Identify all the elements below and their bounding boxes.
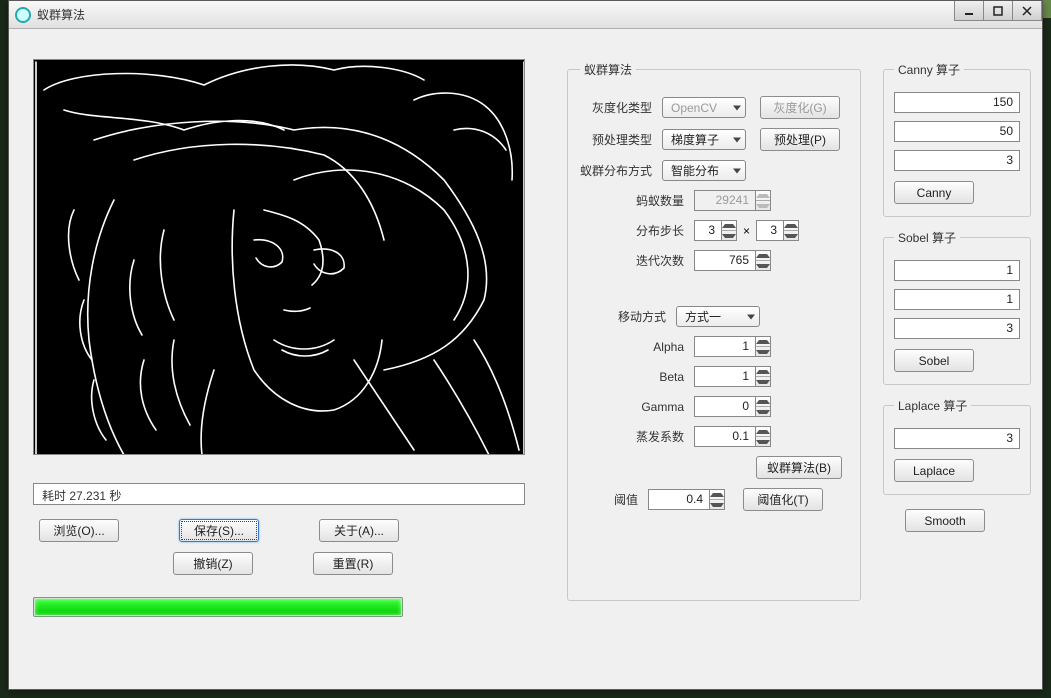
ant-group-legend: 蚁群算法 <box>580 61 636 78</box>
alpha-label: Alpha <box>630 340 684 354</box>
alpha-spin[interactable] <box>756 336 771 357</box>
app-icon <box>15 7 31 23</box>
evap-field[interactable]: 0.1 <box>694 426 756 447</box>
gray-type-combo[interactable]: OpenCV <box>662 97 746 118</box>
gray-button[interactable]: 灰度化(G) <box>760 96 840 119</box>
thresh-button[interactable]: 阈值化(T) <box>743 488 823 511</box>
dist-combo[interactable]: 智能分布 <box>662 160 746 181</box>
close-button[interactable] <box>1012 1 1042 21</box>
undo-button[interactable]: 撤销(Z) <box>173 552 253 575</box>
progress-bar <box>33 597 403 617</box>
sobel-field-2[interactable]: 1 <box>894 289 1020 310</box>
ant-group: 蚁群算法 灰度化类型 OpenCV 灰度化(G) 预处理类型 梯度算子 预处理(… <box>567 61 861 601</box>
canny-field-1[interactable]: 150 <box>894 92 1020 113</box>
sobel-button[interactable]: Sobel <box>894 349 974 372</box>
evap-spin[interactable] <box>756 426 771 447</box>
laplace-group: Laplace 算子 3 Laplace <box>883 397 1031 495</box>
sobel-field-3[interactable]: 3 <box>894 318 1020 339</box>
main-window: 蚁群算法 <box>8 0 1043 690</box>
alpha-field[interactable]: 1 <box>694 336 756 357</box>
canny-field-2[interactable]: 50 <box>894 121 1020 142</box>
about-button[interactable]: 关于(A)... <box>319 519 399 542</box>
smooth-button[interactable]: Smooth <box>905 509 985 532</box>
sobel-legend: Sobel 算子 <box>894 229 960 246</box>
thresh-label: 阈值 <box>602 491 638 508</box>
minimize-button[interactable] <box>954 1 984 21</box>
beta-field[interactable]: 1 <box>694 366 756 387</box>
canny-group: Canny 算子 150 50 3 Canny <box>883 61 1031 217</box>
iter-spin[interactable] <box>756 250 771 271</box>
iter-field[interactable]: 765 <box>694 250 756 271</box>
status-text: 耗时 27.231 秒 <box>33 483 525 505</box>
ant-count-spin <box>756 190 771 211</box>
move-combo[interactable]: 方式一 <box>676 306 760 327</box>
pre-type-label: 预处理类型 <box>580 131 652 148</box>
window-title: 蚁群算法 <box>37 6 85 23</box>
reset-button[interactable]: 重置(R) <box>313 552 393 575</box>
browse-button[interactable]: 浏览(O)... <box>39 519 119 542</box>
canny-field-3[interactable]: 3 <box>894 150 1020 171</box>
pre-button[interactable]: 预处理(P) <box>760 128 840 151</box>
step-y-spin[interactable] <box>784 220 799 241</box>
save-button[interactable]: 保存(S)... <box>179 519 259 542</box>
laplace-field-1[interactable]: 3 <box>894 428 1020 449</box>
titlebar[interactable]: 蚁群算法 <box>9 1 1042 29</box>
gamma-field[interactable]: 0 <box>694 396 756 417</box>
output-image <box>33 59 525 455</box>
beta-spin[interactable] <box>756 366 771 387</box>
beta-label: Beta <box>630 370 684 384</box>
pre-type-combo[interactable]: 梯度算子 <box>662 129 746 150</box>
canny-legend: Canny 算子 <box>894 61 964 78</box>
gray-type-label: 灰度化类型 <box>580 99 652 116</box>
iter-label: 迭代次数 <box>630 252 684 269</box>
gamma-label: Gamma <box>630 400 684 414</box>
step-x-field[interactable]: 3 <box>694 220 722 241</box>
dist-label: 蚁群分布方式 <box>580 162 652 179</box>
evap-label: 蒸发系数 <box>630 428 684 445</box>
run-ant-button[interactable]: 蚁群算法(B) <box>756 456 842 479</box>
laplace-legend: Laplace 算子 <box>894 397 971 414</box>
ant-count-label: 蚂蚁数量 <box>630 192 684 209</box>
canny-button[interactable]: Canny <box>894 181 974 204</box>
step-x-spin[interactable] <box>722 220 737 241</box>
thresh-field[interactable]: 0.4 <box>648 489 710 510</box>
step-label: 分布步长 <box>630 222 684 239</box>
gamma-spin[interactable] <box>756 396 771 417</box>
sobel-group: Sobel 算子 1 1 3 Sobel <box>883 229 1031 385</box>
laplace-button[interactable]: Laplace <box>894 459 974 482</box>
sobel-field-1[interactable]: 1 <box>894 260 1020 281</box>
thresh-spin[interactable] <box>710 489 725 510</box>
move-label: 移动方式 <box>612 308 666 325</box>
step-y-field[interactable]: 3 <box>756 220 784 241</box>
maximize-button[interactable] <box>983 1 1013 21</box>
ant-count-field: 29241 <box>694 190 756 211</box>
